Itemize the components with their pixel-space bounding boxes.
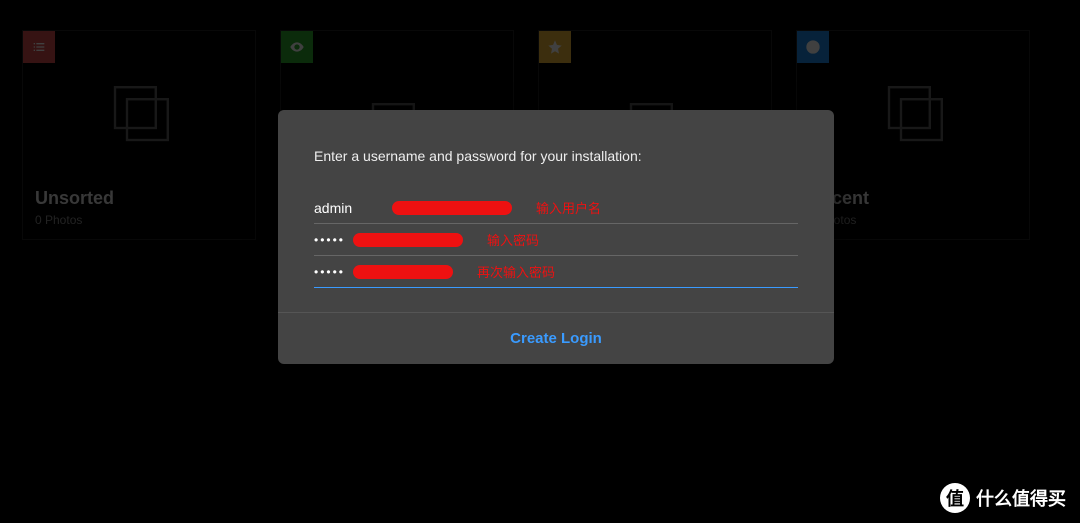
password-row: ••••• 输入密码 — [314, 224, 798, 256]
watermark: 值 什么值得买 — [940, 483, 1066, 513]
redaction-mark — [392, 201, 512, 215]
username-input[interactable] — [314, 200, 384, 216]
watermark-badge: 值 — [940, 483, 970, 513]
album-card-unsorted[interactable]: Unsorted 0 Photos — [22, 30, 256, 240]
dialog-message: Enter a username and password for your i… — [314, 148, 798, 164]
album-placeholder-icon — [35, 43, 243, 188]
annotation-username: 输入用户名 — [536, 198, 601, 217]
clock-icon — [797, 31, 829, 63]
watermark-text: 什么值得买 — [976, 485, 1066, 511]
album-subtitle: 0 Photos — [809, 213, 1017, 227]
album-title: Recent — [809, 188, 1017, 209]
password-input[interactable]: ••••• — [314, 233, 345, 247]
password-confirm-row: ••••• 再次输入密码 — [314, 256, 798, 288]
create-login-button[interactable]: Create Login — [510, 330, 602, 347]
album-placeholder-icon — [809, 43, 1017, 188]
star-icon — [539, 31, 571, 63]
install-login-dialog: Enter a username and password for your i… — [278, 110, 834, 364]
dialog-footer: Create Login — [278, 312, 834, 364]
password-confirm-input[interactable]: ••••• — [314, 265, 345, 279]
album-title: Unsorted — [35, 188, 243, 209]
eye-icon — [281, 31, 313, 63]
list-icon — [23, 31, 55, 63]
username-row: 输入用户名 — [314, 192, 798, 224]
annotation-password: 输入密码 — [487, 230, 539, 249]
annotation-confirm: 再次输入密码 — [477, 262, 555, 281]
album-subtitle: 0 Photos — [35, 213, 243, 227]
redaction-mark — [353, 265, 453, 279]
redaction-mark — [353, 233, 463, 247]
